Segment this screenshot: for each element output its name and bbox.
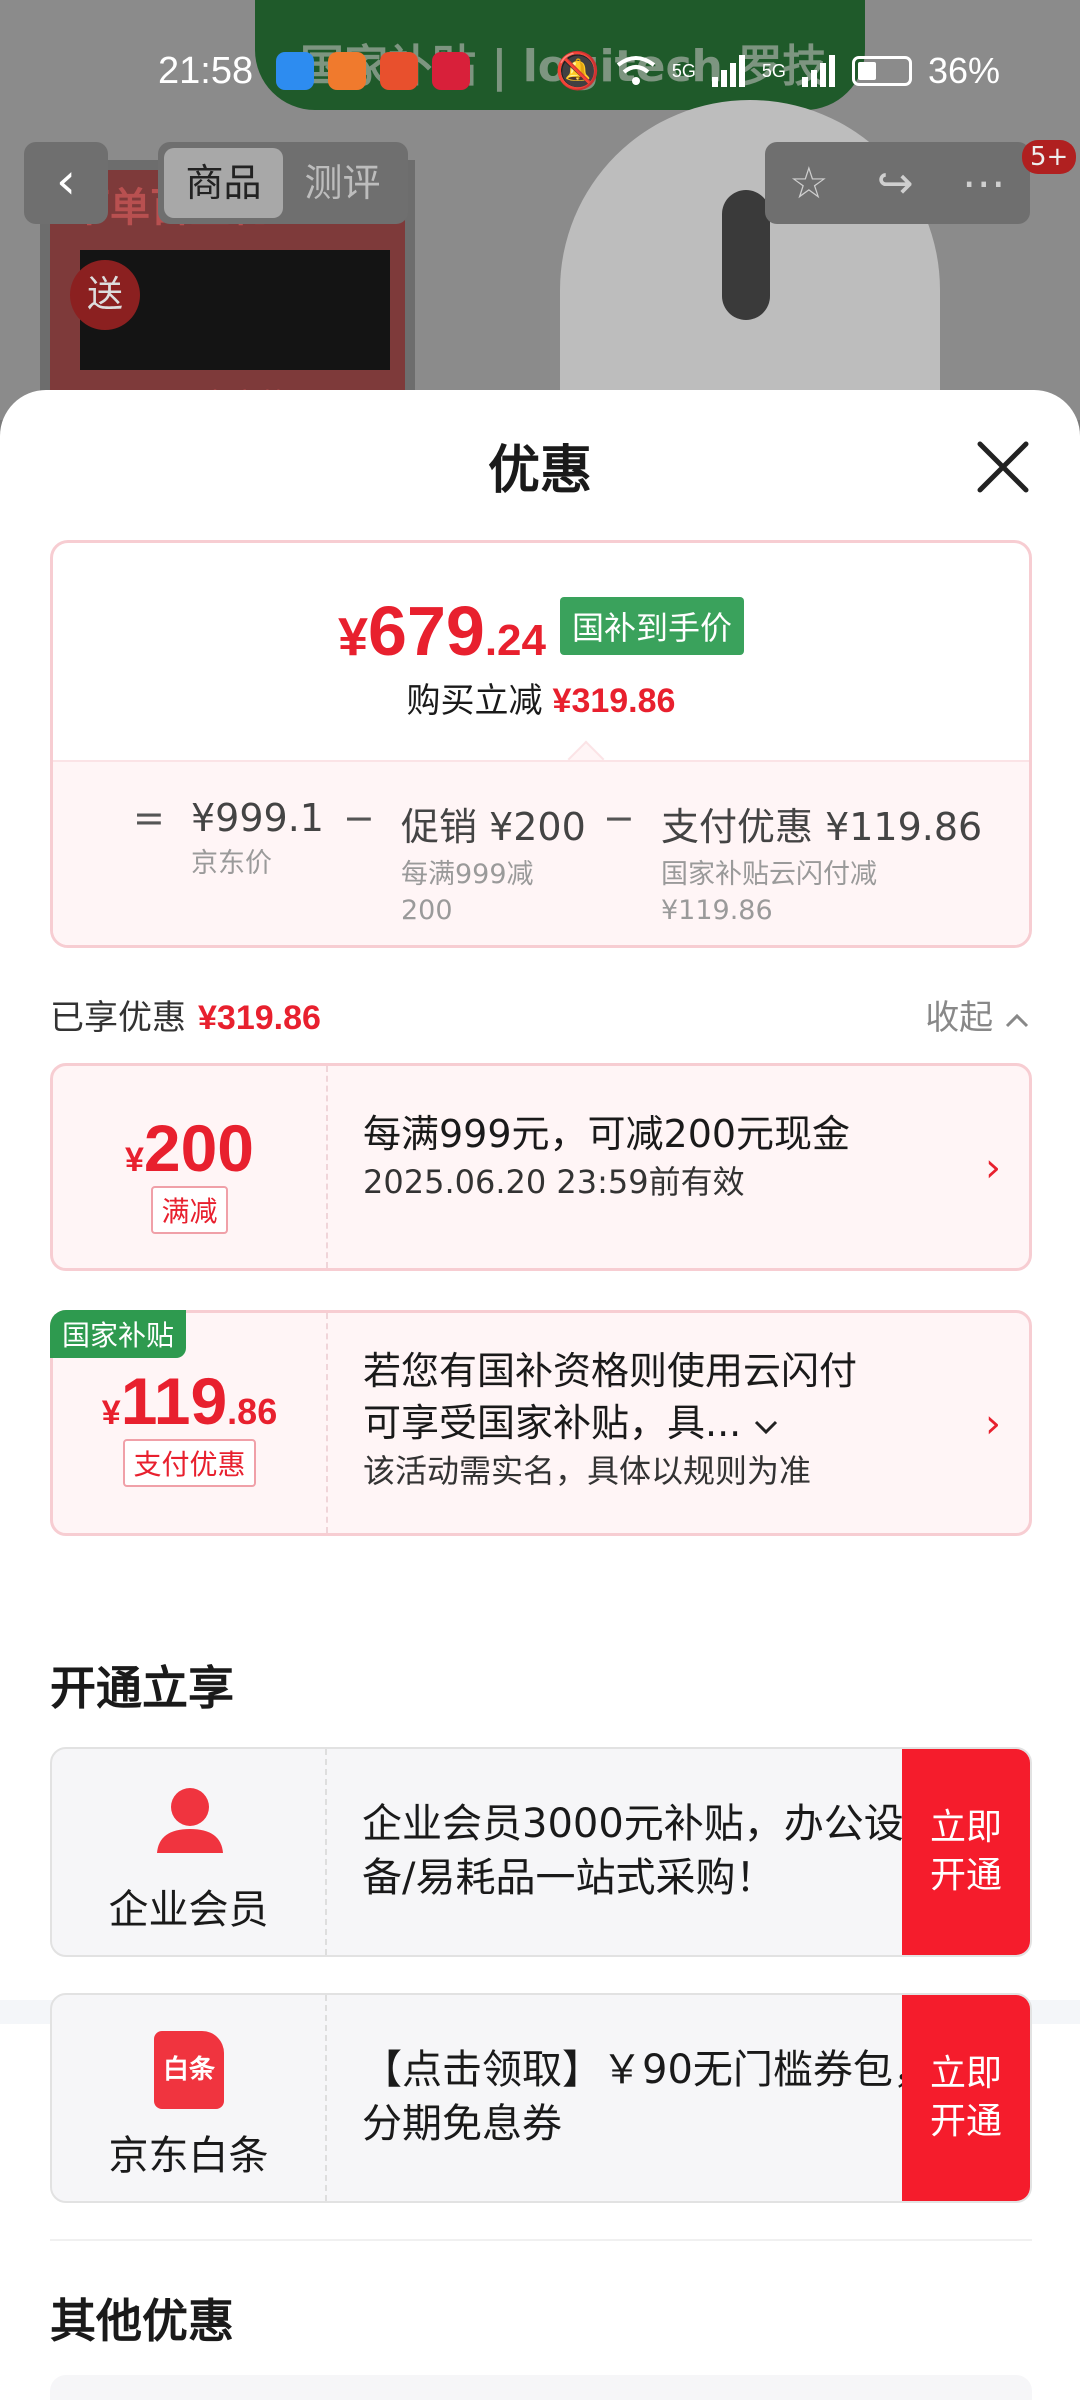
- promo-discount: 促销 ¥200 每满999减 200: [401, 805, 586, 926]
- final-price: ¥679.24: [337, 592, 546, 670]
- coupon-full-reduction[interactable]: ¥200 满减 每满999元，可减200元现金 2025.06.20 23:59…: [50, 1063, 1032, 1271]
- enjoyed-discount: 已享优惠 ¥319.86: [50, 998, 321, 1038]
- price-summary-card: ¥679.24 国补到手价 购买立减 ¥319.86 = ¥999.1 京东价 −…: [50, 540, 1032, 948]
- base-price: ¥999.1 京东价: [191, 796, 324, 879]
- mouse-wheel: [722, 190, 770, 320]
- subsidy-price-tag: 国补到手价: [560, 597, 745, 655]
- chevron-right-icon[interactable]: ›: [985, 1401, 1001, 1447]
- user-icon: [157, 1788, 223, 1853]
- chevron-up-icon: [1005, 1013, 1029, 1028]
- coupon-payment-subsidy[interactable]: ¥119.86 支付优惠 国家补贴 若您有国补资格则使用云闪付 可享受国家补贴，…: [50, 1310, 1032, 1536]
- coupon-description: 每满999元，可减200元现金 2025.06.20 23:59前有效: [363, 1112, 851, 1201]
- app-notification-icon: [380, 52, 418, 90]
- price-breakdown: = ¥999.1 京东价 − 促销 ¥200 每满999减 200 − 支付优惠 …: [53, 760, 1029, 945]
- status-bar: 21:58 🔕 5G 5G 36%: [0, 0, 1080, 145]
- coupon-amount: ¥200: [124, 1111, 255, 1185]
- app-notification-icon: [328, 52, 366, 90]
- nav-tabs: 商品 测评: [158, 142, 408, 224]
- battery-icon: [851, 56, 912, 86]
- app-notification-icon: [276, 52, 314, 90]
- wifi-icon: [616, 56, 656, 85]
- battery-percent: 36%: [927, 50, 1000, 91]
- status-indicators: 🔕 5G 5G 36%: [555, 50, 1000, 92]
- nav-actions: ☆ ↪ ⋯: [765, 142, 1030, 224]
- national-subsidy-tag: 国家补贴: [50, 1310, 187, 1358]
- share-icon[interactable]: ↪: [877, 158, 914, 209]
- member-name: 京东白条: [108, 2133, 269, 2179]
- status-time: 21:58: [158, 50, 254, 92]
- signal-icon: [711, 55, 745, 87]
- chevron-right-icon[interactable]: ›: [985, 1145, 1001, 1191]
- app-notification-icon: [432, 52, 470, 90]
- collapse-button[interactable]: 收起: [925, 990, 1030, 1039]
- coupon-description: 若您有国补资格则使用云闪付 可享受国家补贴，具... 该活动需实名，具体以规则为…: [363, 1349, 858, 1490]
- member-description: 企业会员3000元补贴，办公设备/易耗品一站式采购！: [362, 1801, 904, 1901]
- payment-discount: 支付优惠 ¥119.86 国家补贴云闪付减 ¥119.86: [661, 805, 983, 926]
- chevron-left-icon: ‹: [56, 152, 76, 210]
- open-section-title: 开通立享: [50, 1661, 234, 1715]
- other-discount-card[interactable]: [50, 2375, 1032, 2400]
- star-icon[interactable]: ☆: [789, 158, 828, 209]
- back-button[interactable]: ‹: [24, 142, 108, 224]
- mute-icon: 🔕: [555, 50, 600, 91]
- enterprise-member-card[interactable]: 企业会员 企业会员3000元补贴，办公设备/易耗品一站式采购！ 立即 开通: [50, 1747, 1032, 1957]
- minus-sign: −: [603, 796, 635, 840]
- member-description: 【点击领取】￥90无门槛券包，分期免息券: [362, 2047, 933, 2147]
- network-type: 5G: [671, 60, 696, 81]
- sheet-title: 优惠: [487, 441, 592, 501]
- minus-sign: −: [343, 796, 375, 840]
- signal-icon: [801, 55, 835, 87]
- tab-review[interactable]: 测评: [283, 148, 402, 218]
- tab-product[interactable]: 商品: [164, 148, 283, 218]
- message-badge: 5+: [1022, 140, 1077, 174]
- discount-sheet: 优惠 ¥679.24 国补到手价 购买立减 ¥319.86 = ¥999.1 京东…: [0, 390, 1080, 2400]
- baitiao-card[interactable]: 白条 京东白条 【点击领取】￥90无门槛券包，分期免息券 立即 开通: [50, 1993, 1032, 2203]
- gift-tag: 送: [70, 260, 140, 330]
- other-section-title: 其他优惠: [50, 2294, 234, 2348]
- divider-line: [50, 2239, 1032, 2241]
- equals-sign: =: [133, 796, 165, 840]
- coupon-type-tag: 支付优惠: [123, 1439, 256, 1487]
- instant-discount: 购买立减 ¥319.86: [406, 681, 676, 721]
- coupon-type-tag: 满减: [151, 1186, 228, 1234]
- coupon-amount: ¥119.86: [101, 1364, 278, 1438]
- chevron-down-icon[interactable]: [753, 1418, 779, 1436]
- more-icon[interactable]: ⋯: [962, 158, 1006, 209]
- network-type: 5G: [761, 60, 786, 81]
- close-icon[interactable]: [976, 440, 1030, 494]
- open-now-button[interactable]: 立即 开通: [902, 1995, 1030, 2201]
- member-name: 企业会员: [108, 1887, 269, 1933]
- open-now-button[interactable]: 立即 开通: [902, 1749, 1030, 1955]
- baitiao-icon: 白条: [154, 2031, 224, 2109]
